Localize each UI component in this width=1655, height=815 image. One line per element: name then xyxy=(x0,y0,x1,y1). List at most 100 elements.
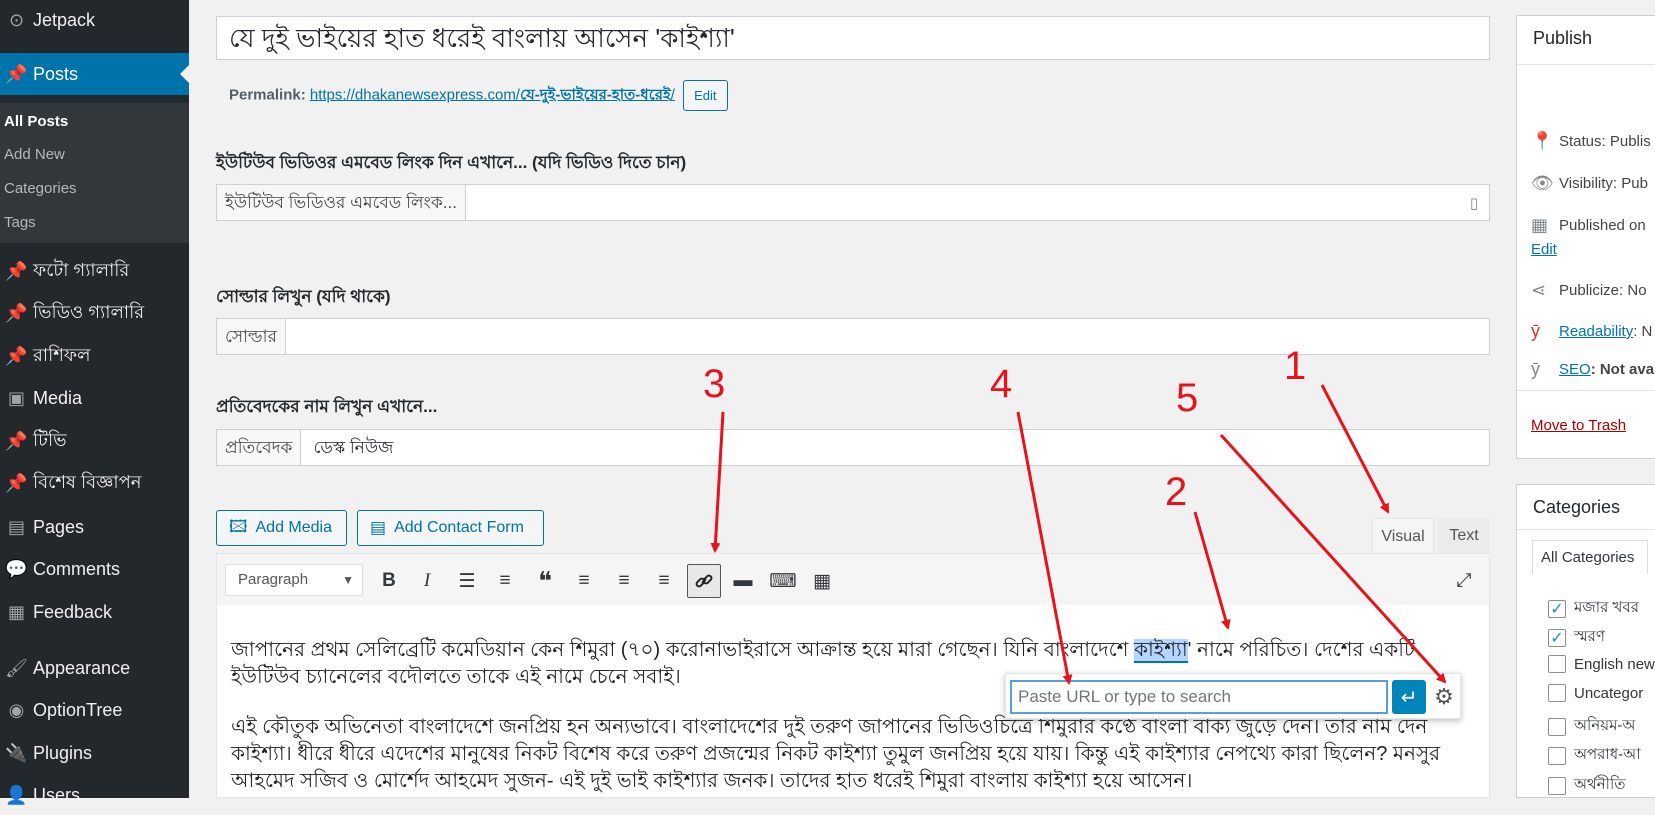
published-edit-link[interactable]: Edit xyxy=(1531,241,1557,258)
category-item[interactable]: অপরাধ-আ xyxy=(1548,743,1641,768)
menu-label: Posts xyxy=(33,63,79,84)
category-label: মজার খবর xyxy=(1574,599,1639,616)
move-to-trash-link[interactable]: Move to Trash xyxy=(1531,417,1626,434)
category-item[interactable]: অর্থনীতি xyxy=(1548,773,1626,798)
menu-users[interactable]: 👤 Users xyxy=(0,775,189,815)
tab-visual[interactable]: Visual xyxy=(1372,518,1434,554)
post-title-input[interactable]: যে দুই ভাইয়ের হাত ধরেই বাংলায় আসেন 'কা… xyxy=(216,16,1490,60)
category-checkbox[interactable]: ✓ xyxy=(1548,628,1566,647)
category-checkbox[interactable] xyxy=(1548,655,1566,673)
category-label: অনিয়ম-অ xyxy=(1574,717,1636,734)
format-select[interactable]: Paragraph ▼ xyxy=(225,564,363,596)
feedback-icon: ▦ xyxy=(7,601,25,622)
menu-comments[interactable]: 💬 Comments xyxy=(0,549,189,589)
menu-plugins[interactable]: 🔌 Plugins xyxy=(0,733,189,773)
source-field-label: সোল্ডার লিখুন (যদি থাকে) xyxy=(216,287,391,306)
annotation-label-3: 3 xyxy=(703,362,726,406)
add-media-button[interactable]: 🖾 Add Media xyxy=(216,510,347,546)
add-contact-form-label: Add Contact Form xyxy=(394,519,524,536)
menu-posts[interactable]: 📌 Posts xyxy=(0,53,189,95)
publish-box: Publish 📍 Status: Publis 👁 Visibility: Pub… xyxy=(1516,15,1655,459)
optiontree-icon: ◉ xyxy=(8,699,25,720)
align-left-icon[interactable]: ≡ xyxy=(567,564,601,598)
selected-text: কাইশ্যা xyxy=(1134,639,1188,663)
gear-icon[interactable]: ⚙ xyxy=(1430,680,1458,714)
paragraph-text: জাপানের প্রথম সেলিব্রেটি কমেডিয়ান কেন শ… xyxy=(231,639,1135,661)
menu-jetpack[interactable]: ⊙ Jetpack xyxy=(0,0,189,40)
published-edit-row: Edit xyxy=(1531,241,1557,258)
youtube-field[interactable]: ইউটিউব ভিডিওর এমবেড লিংক... ▯ xyxy=(216,184,1490,221)
menu-video-gallery[interactable]: 📌 ভিডিও গ্যালারি xyxy=(0,293,189,333)
clipboard-icon[interactable]: ▯ xyxy=(1459,185,1489,220)
editor-toolbar: Paragraph ▼ B I ☰ ≡ ❝ ≡ ≡ ≡ ▬ ⌨ ▦ ⤢ xyxy=(216,553,1490,606)
keyboard-icon[interactable]: ⌨ xyxy=(766,564,800,598)
fullscreen-icon[interactable]: ⤢ xyxy=(1447,564,1481,598)
add-contact-form-button[interactable]: ▤ Add Contact Form xyxy=(357,510,544,546)
bold-icon[interactable]: B xyxy=(372,564,406,598)
menu-tv[interactable]: 📌 টিভি xyxy=(0,421,189,461)
yoast-icon: ȳ xyxy=(1531,359,1540,379)
blockquote-icon[interactable]: ❝ xyxy=(528,564,562,598)
category-checkbox[interactable] xyxy=(1548,776,1566,795)
italic-icon[interactable]: I xyxy=(410,564,444,598)
category-checkbox[interactable]: ✓ xyxy=(1548,599,1566,618)
category-item[interactable]: ✓ স্মরণ xyxy=(1548,625,1605,650)
menu-horoscope[interactable]: 📌 রাশিফল xyxy=(0,336,189,376)
permalink-end: / xyxy=(670,86,675,104)
posts-submenu: All Posts Add New Categories Tags xyxy=(0,103,189,243)
annotation-label-5: 5 xyxy=(1176,376,1199,420)
category-item[interactable]: অনিয়ম-অ xyxy=(1548,714,1635,739)
align-right-icon[interactable]: ≡ xyxy=(647,564,681,598)
pin-icon: 📍 xyxy=(1531,131,1554,151)
category-checkbox[interactable] xyxy=(1548,684,1566,702)
menu-optiontree[interactable]: ◉ OptionTree xyxy=(0,690,189,730)
permalink-edit-button[interactable]: Edit xyxy=(683,80,728,111)
numbered-list-icon[interactable]: ≡ xyxy=(488,564,522,598)
link-icon[interactable] xyxy=(687,564,721,598)
submenu-tags[interactable]: Tags xyxy=(4,214,36,231)
pin-icon: 📌 xyxy=(5,63,28,84)
youtube-input[interactable] xyxy=(466,185,1459,220)
menu-label: Jetpack xyxy=(33,9,96,30)
category-checkbox[interactable] xyxy=(1548,717,1566,736)
pin-icon: 📌 xyxy=(5,345,28,366)
tab-text[interactable]: Text xyxy=(1438,518,1490,554)
tab-all-categories[interactable]: All Categories xyxy=(1532,540,1648,574)
category-item[interactable]: English new xyxy=(1548,655,1655,673)
category-item[interactable]: ✓ মজার খবর xyxy=(1548,596,1639,621)
menu-feedback[interactable]: ▦ Feedback xyxy=(0,592,189,632)
youtube-field-prefix: ইউটিউব ভিডিওর এমবেড লিংক... xyxy=(217,185,466,220)
permalink-link[interactable]: https://dhakanewsexpress.com/যে-দুই-ভাইয… xyxy=(310,86,675,103)
status-text: Status: Publis xyxy=(1559,133,1651,150)
jetpack-icon: ⊙ xyxy=(8,9,25,30)
menu-special-ads[interactable]: 📌 বিশেষ বিজ্ঞাপন xyxy=(0,463,189,503)
source-input[interactable] xyxy=(286,319,1489,354)
add-media-label: Add Media xyxy=(255,519,333,536)
bulleted-list-icon[interactable]: ☰ xyxy=(450,564,484,598)
category-item[interactable]: Uncategor xyxy=(1548,684,1643,702)
submenu-categories[interactable]: Categories xyxy=(4,180,77,197)
published-on-row: ▦ Published on xyxy=(1531,215,1646,236)
readability-link[interactable]: Readability xyxy=(1559,323,1633,340)
menu-appearance[interactable]: 🖌 Appearance xyxy=(0,648,189,688)
read-more-icon[interactable]: ▬ xyxy=(726,564,760,598)
category-checkbox[interactable] xyxy=(1548,746,1566,765)
align-center-icon[interactable]: ≡ xyxy=(607,564,641,598)
form-icon: ▤ xyxy=(370,518,387,537)
seo-link[interactable]: SEO xyxy=(1559,361,1591,378)
menu-photo-gallery[interactable]: 📌 ফটো গ্যালারি xyxy=(0,251,189,291)
reporter-input[interactable]: ডেস্ক নিউজ xyxy=(301,430,1489,465)
trash-row: Move to Trash xyxy=(1531,417,1626,434)
visibility-text: Visibility: Pub xyxy=(1559,175,1648,192)
link-apply-button[interactable]: ↵ xyxy=(1392,680,1426,714)
menu-label: বিশেষ বিজ্ঞাপন xyxy=(33,471,142,492)
reporter-field[interactable]: প্রতিবেদক ডেস্ক নিউজ xyxy=(216,429,1490,466)
toolbar-toggle-icon[interactable]: ▦ xyxy=(805,564,839,598)
submenu-all-posts[interactable]: All Posts xyxy=(4,113,68,130)
menu-pages[interactable]: ▤ Pages xyxy=(0,507,189,547)
menu-media[interactable]: ▣ Media xyxy=(0,378,189,418)
link-url-input[interactable]: Paste URL or type to search xyxy=(1010,680,1388,714)
comments-icon: 💬 xyxy=(5,558,28,579)
submenu-add-new[interactable]: Add New xyxy=(4,146,65,163)
brush-icon: 🖌 xyxy=(5,657,28,678)
